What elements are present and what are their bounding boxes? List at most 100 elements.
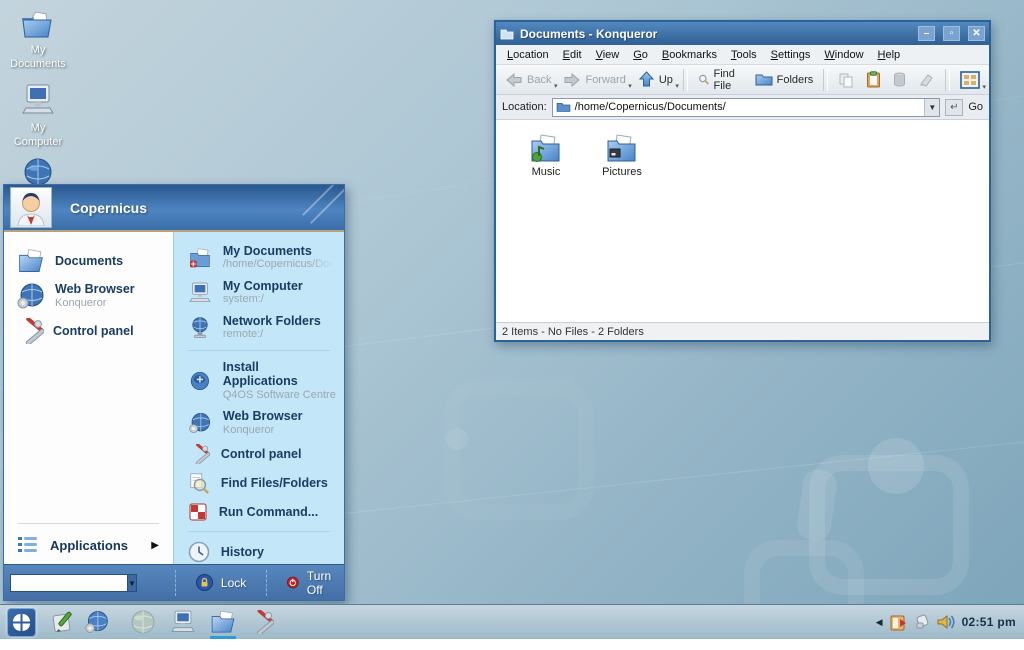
taskbar-notes-button[interactable] [50,608,78,636]
file-item-music[interactable]: Music [518,132,574,178]
view-mode-button[interactable]: ▾ [955,69,985,91]
menu-item-find-files[interactable]: Find Files/Folders [174,468,344,498]
copy-button[interactable] [833,70,859,90]
location-combo[interactable]: /home/Copernicus/Documents/ ▼ [552,98,941,117]
taskbar-web-browser-button[interactable] [129,608,157,636]
user-name: Copernicus [70,200,147,216]
konqueror-window: Documents - Konqueror – ▫ ✕ Location Edi… [494,20,991,342]
window-titlebar[interactable]: Documents - Konqueror – ▫ ✕ [496,22,989,45]
globe-icon [23,157,53,187]
menu-item-my-computer[interactable]: My Computer system:/ [174,275,344,310]
file-item-pictures[interactable]: Pictures [594,132,650,178]
taskbar-documents-window-button[interactable] [209,608,237,636]
notepad-pencil-icon [51,609,77,635]
history-clock-icon [188,541,210,563]
avatar-person-icon [14,190,48,226]
menu-tools[interactable]: Tools [724,47,764,63]
menu-item-web-browser-2[interactable]: Web Browser Konqueror [174,405,344,440]
file-view[interactable]: Music Pictures [496,120,989,322]
menu-item-control-panel[interactable]: Control panel [4,314,173,348]
desktop-icon-my-computer[interactable]: My Computer [5,82,71,150]
lock-icon [196,574,213,591]
run-command-icon [188,502,208,522]
tray-collapse-arrow-icon[interactable]: ◀ [876,617,883,628]
desktop-icon-label: My Computer [5,121,71,150]
file-name: Pictures [602,166,642,178]
folder-icon [19,8,57,40]
klipper-tray-icon[interactable] [914,614,930,630]
menu-item-run-command[interactable]: Run Command... [174,498,344,526]
menu-window[interactable]: Window [817,47,870,63]
back-button[interactable]: Back▾ [500,70,556,90]
system-tray: ◀ 02:51 pm [876,613,1024,632]
open-folder-icon [209,609,237,635]
print-icon [918,72,935,87]
tools-icon [188,444,210,464]
minimize-button[interactable]: – [918,26,935,41]
menu-item-documents[interactable]: Documents [4,244,173,278]
print-button[interactable] [913,70,940,89]
menu-edit[interactable]: Edit [556,47,589,63]
menu-item-history[interactable]: History [174,537,344,567]
maximize-button[interactable]: ▫ [943,26,960,41]
menu-help[interactable]: Help [871,47,908,63]
location-dropdown-arrow[interactable]: ▼ [924,99,939,116]
start-menu-header: Copernicus [4,185,344,232]
taskbar-control-panel-button[interactable] [247,608,275,636]
start-menu: Copernicus Documents [3,184,345,601]
menu-item-network-folders[interactable]: Network Folders remote:/ [174,310,344,345]
desktop-icon-my-documents[interactable]: My Documents [5,8,71,72]
search-dropdown-arrow[interactable]: ▼ [128,574,137,592]
menu-settings[interactable]: Settings [764,47,818,63]
lock-button[interactable]: Lock [184,571,258,594]
left-column-separator [18,523,159,524]
wallpaper-shape [446,428,468,450]
menu-go[interactable]: Go [626,47,655,63]
software-update-tray-icon[interactable] [889,613,908,632]
wallpaper-shape [444,380,594,520]
location-path[interactable]: /home/Copernicus/Documents/ [575,101,921,113]
start-button[interactable] [7,608,36,637]
taskbar-clock[interactable]: 02:51 pm [962,615,1016,629]
menu-location[interactable]: Location [500,47,556,63]
taskbar-my-computer-button[interactable] [169,608,197,636]
go-enter-icon[interactable]: ↵ [945,99,963,116]
menu-view[interactable]: View [589,47,627,63]
tools-icon [248,610,274,634]
start-menu-body: Documents Web Browser Konqueror [4,232,344,564]
start-menu-left-column: Documents Web Browser Konqueror [4,232,173,564]
trash-button[interactable] [888,70,911,89]
menu-item-web-browser[interactable]: Web Browser Konqueror [4,278,173,314]
taskbar-konqueror-button[interactable] [83,608,111,636]
menu-item-install-applications[interactable]: Install Applications Q4OS Software Centr… [174,356,344,405]
menu-bookmarks[interactable]: Bookmarks [655,47,724,63]
paste-icon [866,71,881,88]
menu-item-my-documents[interactable]: My Documents /home/Copernicus/Documents [174,240,344,275]
desktop-icon-label: My Documents [5,43,71,72]
folders-button[interactable]: Folders [750,70,819,89]
music-folder-icon [528,132,564,164]
toolbar-separator [945,69,950,91]
search-input[interactable] [10,574,128,592]
browser-globe-icon [188,411,212,435]
menu-item-applications[interactable]: Applications ▶ [4,528,173,564]
applications-list-icon [16,535,40,555]
tools-icon [16,318,44,344]
menu-item-control-panel-2[interactable]: Control panel [174,440,344,468]
close-button[interactable]: ✕ [968,26,985,41]
wallpaper-shape [868,438,924,494]
go-button[interactable]: Go [968,101,983,113]
desktop-icon-web-browser[interactable] [20,157,56,187]
window-folder-icon [500,28,514,40]
paste-button[interactable] [861,69,886,90]
forward-button[interactable]: Forward▾ [558,70,630,90]
q4os-logo-icon [11,612,32,633]
find-file-button[interactable]: Find File [693,66,748,94]
volume-tray-icon[interactable] [936,613,956,631]
install-applications-icon [188,370,212,392]
back-arrow-icon [505,72,523,88]
up-button[interactable]: Up▾ [633,69,678,90]
taskbar: ◀ 02:51 pm [0,604,1024,639]
power-icon [287,574,299,591]
turn-off-button[interactable]: Turn Off [275,566,348,600]
